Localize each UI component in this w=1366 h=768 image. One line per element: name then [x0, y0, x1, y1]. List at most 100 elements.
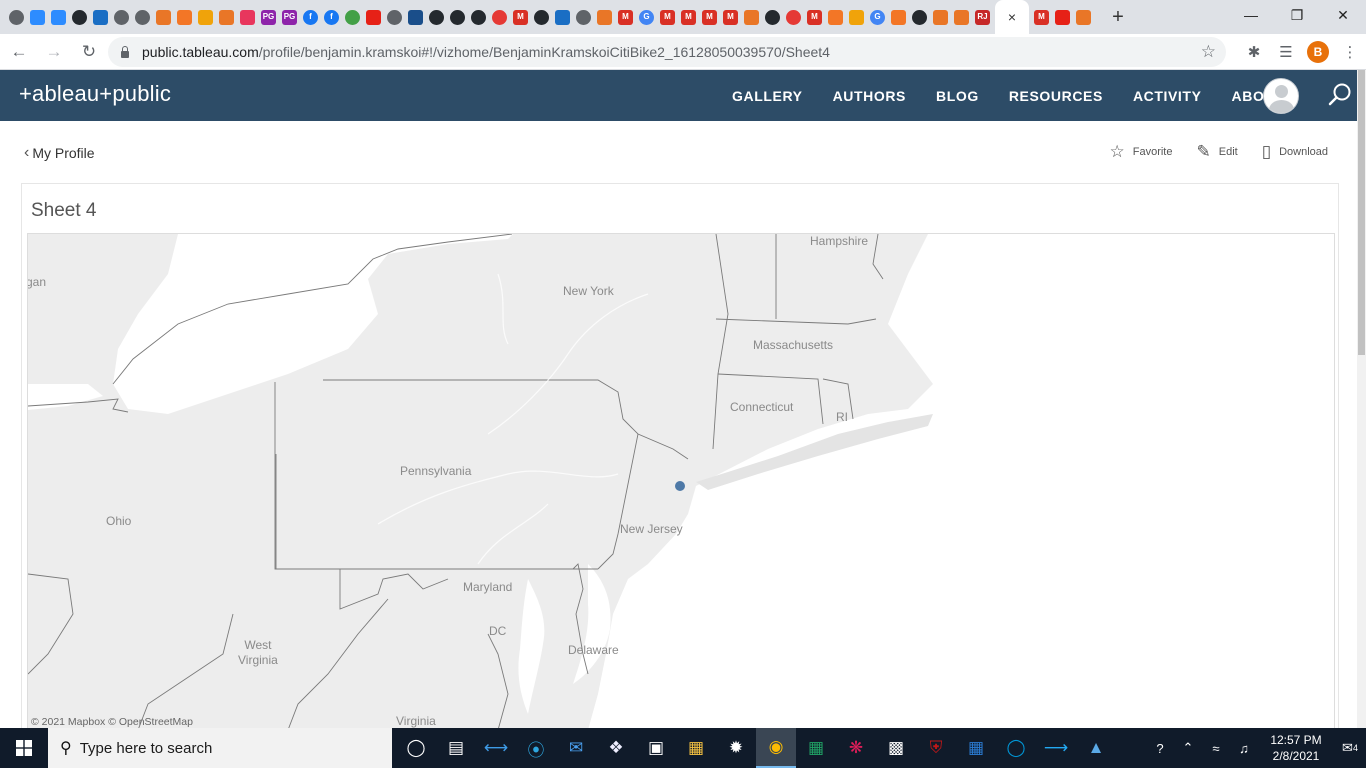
- tab-28[interactable]: [594, 4, 615, 30]
- chevron-up-icon[interactable]: ⌃: [1174, 740, 1202, 756]
- vscode-icon[interactable]: ⟶: [1036, 728, 1076, 768]
- tab-44[interactable]: [930, 4, 951, 30]
- tab-45[interactable]: [951, 4, 972, 30]
- file-explorer-icon[interactable]: ▦: [676, 728, 716, 768]
- lock-icon[interactable]: [120, 46, 130, 58]
- tab-12[interactable]: PG: [258, 4, 279, 30]
- nav-gallery[interactable]: GALLERY: [732, 88, 803, 104]
- help-icon[interactable]: ?: [1146, 741, 1174, 756]
- forward-arrow-icon[interactable]: →: [38, 36, 70, 68]
- tab-9[interactable]: [195, 4, 216, 30]
- close-tab-icon[interactable]: ×: [1008, 9, 1016, 25]
- restore-button[interactable]: ❐: [1274, 0, 1320, 30]
- tab-a0[interactable]: M: [1031, 4, 1052, 30]
- profile-avatar-button[interactable]: B: [1307, 41, 1329, 63]
- nav-resources[interactable]: RESOURCES: [1009, 88, 1103, 104]
- tab-25[interactable]: [531, 4, 552, 30]
- tab-18[interactable]: [384, 4, 405, 30]
- tab-27[interactable]: [573, 4, 594, 30]
- tab-3[interactable]: [69, 4, 90, 30]
- map-view[interactable]: Hampshire New York Massachusetts Connecticu…: [27, 233, 1335, 729]
- scrollbar-thumb[interactable]: [1358, 70, 1365, 355]
- nav-blog[interactable]: BLOG: [936, 88, 979, 104]
- chrome-icon[interactable]: ◉: [756, 728, 796, 768]
- tab-1[interactable]: [27, 4, 48, 30]
- tab-33[interactable]: M: [699, 4, 720, 30]
- tab-23[interactable]: [489, 4, 510, 30]
- tab-37[interactable]: [783, 4, 804, 30]
- tab-22[interactable]: [468, 4, 489, 30]
- close-window-button[interactable]: ✕: [1320, 0, 1366, 30]
- tableau-public-logo[interactable]: +ableau+public: [19, 81, 171, 107]
- terminal-icon[interactable]: ▩: [876, 728, 916, 768]
- tab-15[interactable]: f: [321, 4, 342, 30]
- tab-31[interactable]: M: [657, 4, 678, 30]
- slack-icon[interactable]: ❋: [836, 728, 876, 768]
- cortana-icon[interactable]: ◯: [396, 728, 436, 768]
- active-tab[interactable]: ×: [995, 0, 1029, 34]
- tab-34[interactable]: M: [720, 4, 741, 30]
- minimize-button[interactable]: —: [1228, 0, 1274, 30]
- url-text[interactable]: public.tableau.com/profile/benjamin.kram…: [142, 44, 830, 60]
- word-icon[interactable]: ▦: [956, 728, 996, 768]
- tab-7[interactable]: [153, 4, 174, 30]
- excel-icon[interactable]: ▦: [796, 728, 836, 768]
- tab-21[interactable]: [447, 4, 468, 30]
- tab-35[interactable]: [741, 4, 762, 30]
- tab-5[interactable]: [111, 4, 132, 30]
- wifi-icon[interactable]: ≈: [1202, 741, 1230, 756]
- tab-17[interactable]: [363, 4, 384, 30]
- edge-icon[interactable]: ⦿: [516, 728, 556, 768]
- tab-43[interactable]: [909, 4, 930, 30]
- mcafee-icon[interactable]: ⛨: [916, 728, 956, 768]
- mail-icon[interactable]: ✉: [556, 728, 596, 768]
- clock[interactable]: 12:57 PM 2/8/2021: [1258, 732, 1334, 764]
- tab-32[interactable]: M: [678, 4, 699, 30]
- page-scrollbar[interactable]: [1357, 70, 1366, 730]
- tab-11[interactable]: [237, 4, 258, 30]
- tab-24[interactable]: M: [510, 4, 531, 30]
- extensions-puzzle-icon[interactable]: ✱: [1238, 36, 1270, 68]
- search-icon[interactable]: [1328, 82, 1354, 108]
- bookmark-star-icon[interactable]: ☆: [1201, 42, 1216, 62]
- start-button[interactable]: [0, 728, 48, 768]
- media-queue-icon[interactable]: ☰: [1270, 36, 1302, 68]
- taskbar-search-box[interactable]: ⚲ Type here to search: [48, 728, 392, 768]
- tab-a1[interactable]: [1052, 4, 1073, 30]
- my-profile-link[interactable]: ‹ My Profile: [24, 144, 95, 162]
- tab-36[interactable]: [762, 4, 783, 30]
- tab-39[interactable]: [825, 4, 846, 30]
- tab-10[interactable]: [216, 4, 237, 30]
- tab-41[interactable]: G: [867, 4, 888, 30]
- visual-studio-icon[interactable]: ⟷: [476, 728, 516, 768]
- tab-19[interactable]: [405, 4, 426, 30]
- tab-20[interactable]: [426, 4, 447, 30]
- back-arrow-icon[interactable]: ←: [3, 36, 35, 68]
- dropbox-icon[interactable]: ❖: [596, 728, 636, 768]
- tab-42[interactable]: [888, 4, 909, 30]
- nav-activity[interactable]: ACTIVITY: [1133, 88, 1202, 104]
- download-button[interactable]: ▯ Download: [1262, 142, 1328, 162]
- store-icon[interactable]: ▣: [636, 728, 676, 768]
- tab-46[interactable]: RJ: [972, 4, 993, 30]
- tab-26[interactable]: [552, 4, 573, 30]
- tab-6[interactable]: [132, 4, 153, 30]
- photos-icon[interactable]: ▲: [1076, 728, 1116, 768]
- tab-30[interactable]: G: [636, 4, 657, 30]
- hp-icon[interactable]: ◯: [996, 728, 1036, 768]
- tab-a2[interactable]: [1073, 4, 1094, 30]
- tab-14[interactable]: f: [300, 4, 321, 30]
- tab-38[interactable]: M: [804, 4, 825, 30]
- chrome-menu-icon[interactable]: ⋮: [1334, 36, 1366, 68]
- task-view-icon[interactable]: ▤: [436, 728, 476, 768]
- map-attribution[interactable]: © 2021 Mapbox © OpenStreetMap: [31, 716, 193, 728]
- tab-0[interactable]: [6, 4, 27, 30]
- tableau-desktop-icon[interactable]: ✹: [716, 728, 756, 768]
- edit-button[interactable]: ✎ Edit: [1197, 142, 1238, 162]
- address-bar[interactable]: public.tableau.com/profile/benjamin.kram…: [108, 37, 1226, 67]
- reload-icon[interactable]: ↻: [73, 36, 105, 68]
- tab-13[interactable]: PG: [279, 4, 300, 30]
- tab-16[interactable]: [342, 4, 363, 30]
- citibike-station-point[interactable]: [675, 481, 685, 491]
- tab-2[interactable]: [48, 4, 69, 30]
